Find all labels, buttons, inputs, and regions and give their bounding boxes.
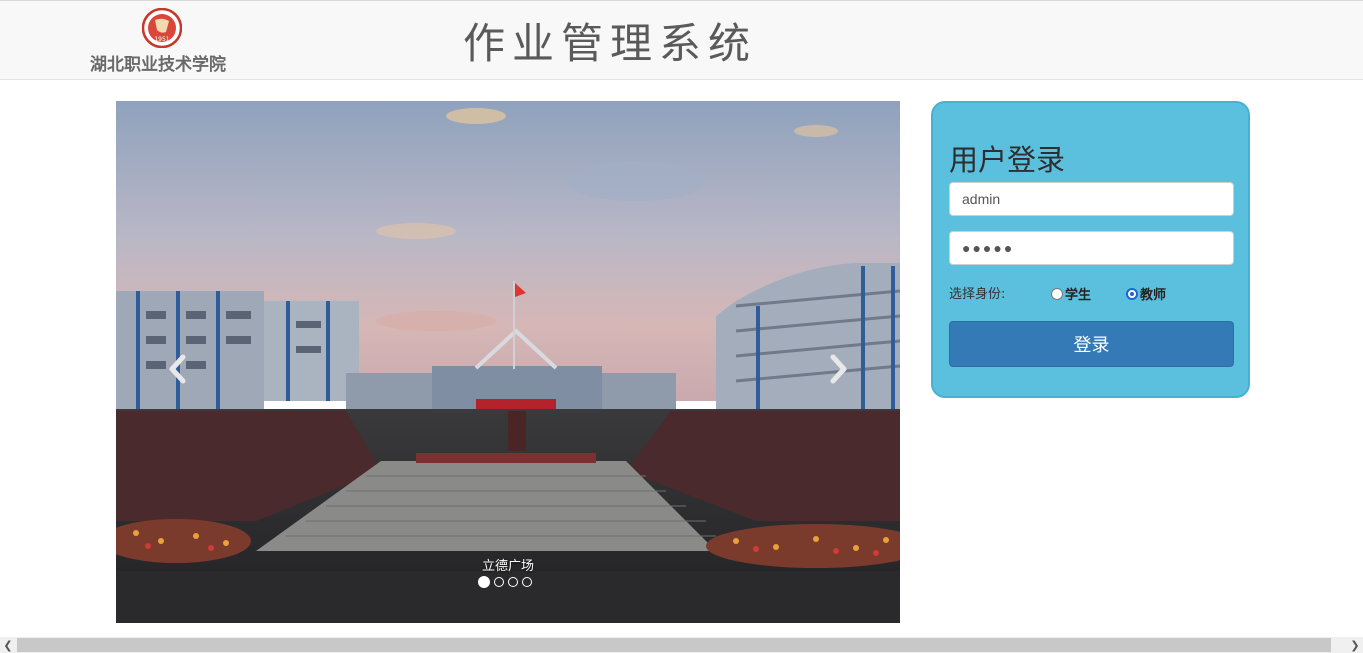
- login-button[interactable]: 登录: [949, 321, 1234, 367]
- system-title: 作业管理系统: [463, 19, 758, 68]
- role-teacher-label: 教师: [1140, 288, 1167, 303]
- login-title: 用户登录: [949, 143, 1066, 177]
- carousel-indicator-2[interactable]: [494, 577, 504, 587]
- role-radio-teacher[interactable]: 教师: [1126, 284, 1166, 303]
- carousel-next-button[interactable]: [826, 353, 850, 385]
- password-input[interactable]: [949, 231, 1234, 265]
- school-name: 湖北职业技术学院: [90, 55, 226, 75]
- scrollbar-thumb[interactable]: [17, 638, 1331, 652]
- carousel-caption: 立德广场: [481, 559, 534, 574]
- username-input[interactable]: [949, 182, 1234, 216]
- role-student-label: 学生: [1065, 288, 1092, 303]
- carousel-indicator-3[interactable]: [508, 577, 518, 587]
- chevron-left-icon: [169, 354, 186, 384]
- scroll-right-arrow-icon[interactable]: ❯: [1347, 637, 1363, 653]
- scroll-left-arrow-icon[interactable]: ❮: [0, 637, 16, 653]
- carousel-indicator-4[interactable]: [522, 577, 532, 587]
- chevron-right-icon: [830, 354, 847, 384]
- carousel-indicator-1[interactable]: [478, 576, 490, 588]
- school-emblem-logo[interactable]: 1951: [141, 7, 183, 49]
- campus-carousel[interactable]: 立德广场: [116, 101, 900, 623]
- carousel-prev-button[interactable]: [166, 353, 190, 385]
- emblem-year: 1951: [154, 36, 169, 43]
- carousel-indicators: [478, 576, 532, 589]
- horizontal-scrollbar[interactable]: ❮ ❯: [0, 637, 1363, 653]
- top-header: 1951 湖北职业技术学院 作业管理系统: [0, 0, 1363, 80]
- campus-photo: [116, 101, 900, 623]
- role-label: 选择身份:: [949, 287, 1006, 302]
- radio-checked-icon[interactable]: [1126, 287, 1138, 300]
- radio-unchecked-icon[interactable]: [1051, 287, 1063, 300]
- login-panel: 用户登录 选择身份: 学生 教师 登录: [931, 101, 1250, 398]
- role-radio-student[interactable]: 学生: [1051, 284, 1091, 303]
